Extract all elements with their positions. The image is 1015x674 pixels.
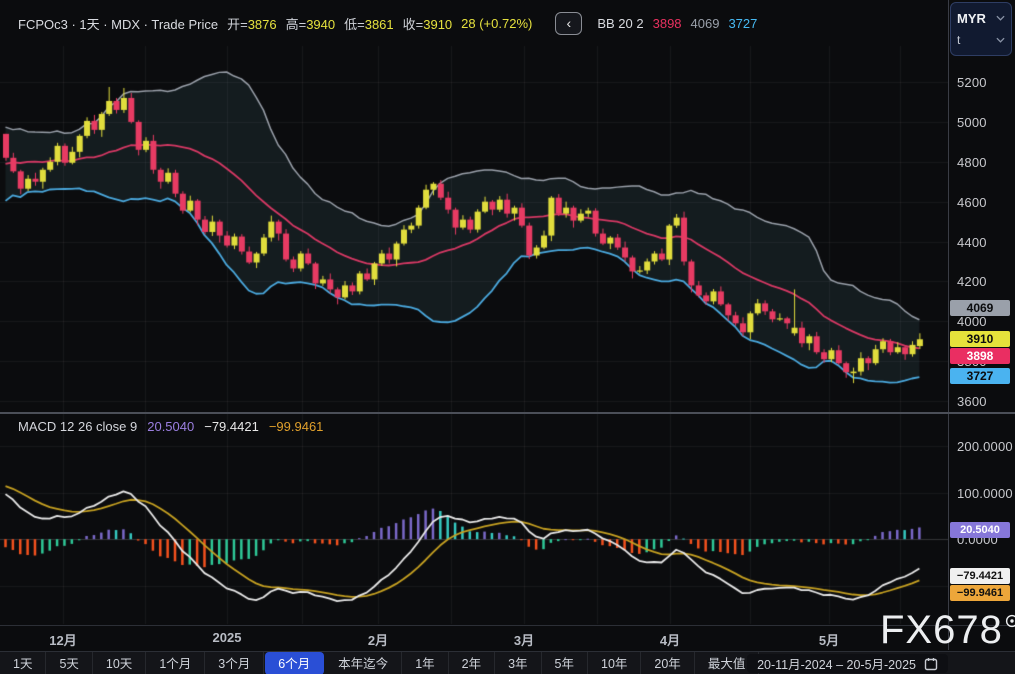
chevron-down-icon (996, 37, 1005, 43)
macd-line-axis-label: −79.4421 (950, 568, 1010, 584)
price-axis[interactable]: 5200 5000 4800 4600 4400 4200 4000 3800 … (948, 0, 1015, 650)
time-axis-divider (0, 625, 1015, 626)
macd-axis-tick: 100.0000 (957, 486, 1013, 501)
range-button-2y[interactable]: 2年 (449, 652, 495, 674)
bollinger-label[interactable]: BB 20 2 (597, 16, 643, 31)
candlestick-macd-chart[interactable] (0, 0, 948, 625)
range-button-10y[interactable]: 10年 (588, 652, 641, 674)
change-value: 28 (+0.72%) (461, 16, 532, 31)
price-tick: 4400 (957, 235, 987, 250)
time-axis-label: 2月 (368, 630, 388, 649)
bollinger-lower-value: 3727 (728, 16, 757, 31)
low-value: 低=3861 (344, 14, 394, 33)
range-button-ytd[interactable]: 本年迄今 (325, 652, 402, 674)
collapse-indicator-button[interactable]: ‹ (555, 12, 582, 35)
price-scale-settings[interactable]: MYR t (950, 2, 1012, 56)
range-button-5d[interactable]: 5天 (46, 652, 92, 674)
time-axis-label: 5月 (819, 630, 839, 649)
high-value: 高=3940 (286, 14, 336, 33)
time-axis-label: 4月 (660, 630, 680, 649)
time-axis-label: 2025 (213, 630, 242, 645)
macd-signal-axis-label: −99.9461 (950, 585, 1010, 601)
price-tick: 4600 (957, 195, 987, 210)
macd-hist-axis-label: 20.5040 (950, 522, 1010, 538)
range-button-20y[interactable]: 20年 (641, 652, 694, 674)
range-button-3y[interactable]: 3年 (495, 652, 541, 674)
range-button-6m[interactable]: 6个月 (265, 652, 324, 674)
range-button-1d[interactable]: 1天 (0, 652, 46, 674)
macd-title[interactable]: MACD 12 26 close 9 (18, 419, 137, 434)
price-tick: 4200 (957, 274, 987, 289)
bb-lower-price-label: 3727 (950, 368, 1010, 384)
date-range-picker[interactable]: 20-11月-2024 – 20-5月-2025 (747, 654, 948, 673)
calendar-icon (924, 657, 938, 671)
last-price-label: 3910 (950, 331, 1010, 347)
time-axis-label: 12月 (49, 630, 76, 649)
currency-select[interactable]: MYR (957, 7, 1005, 29)
range-button-1m[interactable]: 1个月 (146, 652, 205, 674)
trading-chart-app: FCPOc3 · 1天 · MDX · Trade Price 开=3876 高… (0, 0, 1015, 674)
range-button-5y[interactable]: 5年 (542, 652, 588, 674)
price-tick: 5000 (957, 115, 987, 130)
bollinger-upper-value: 4069 (691, 16, 720, 31)
macd-line-value: −79.4421 (204, 419, 259, 434)
price-tick: 4000 (957, 314, 987, 329)
bb-basis-price-label: 3898 (950, 348, 1010, 364)
price-tick: 3600 (957, 394, 987, 409)
range-button-3m[interactable]: 3个月 (205, 652, 264, 674)
chevron-down-icon (996, 15, 1005, 21)
macd-header: MACD 12 26 close 9 20.5040 −79.4421 −99.… (18, 419, 323, 434)
range-button-1y[interactable]: 1年 (402, 652, 448, 674)
time-axis-label: 3月 (514, 630, 534, 649)
open-value: 开=3876 (227, 14, 277, 33)
range-button-10d[interactable]: 10天 (93, 652, 146, 674)
pane-divider[interactable] (0, 412, 1015, 414)
symbol-header: FCPOc3 · 1天 · MDX · Trade Price 开=3876 高… (18, 12, 757, 34)
unit-select[interactable]: t (957, 29, 1005, 51)
price-tick: 4800 (957, 155, 987, 170)
time-axis[interactable]: 12月 2025 2月 3月 4月 5月 (0, 626, 948, 651)
bollinger-basis-value: 3898 (653, 16, 682, 31)
close-value: 收=3910 (403, 14, 453, 33)
date-range-text: 20-11月-2024 – 20-5月-2025 (757, 654, 916, 673)
bb-upper-price-label: 4069 (950, 300, 1010, 316)
macd-hist-value: 20.5040 (147, 419, 194, 434)
macd-signal-value: −99.9461 (269, 419, 324, 434)
price-tick: 5200 (957, 75, 987, 90)
symbol-title: FCPOc3 · 1天 · MDX · Trade Price (18, 14, 218, 33)
range-toolbar: 1天 5天 10天 1个月 3个月 6个月 本年迄今 1年 2年 3年 5年 1… (0, 651, 1015, 674)
macd-axis-tick: 200.0000 (957, 439, 1013, 454)
